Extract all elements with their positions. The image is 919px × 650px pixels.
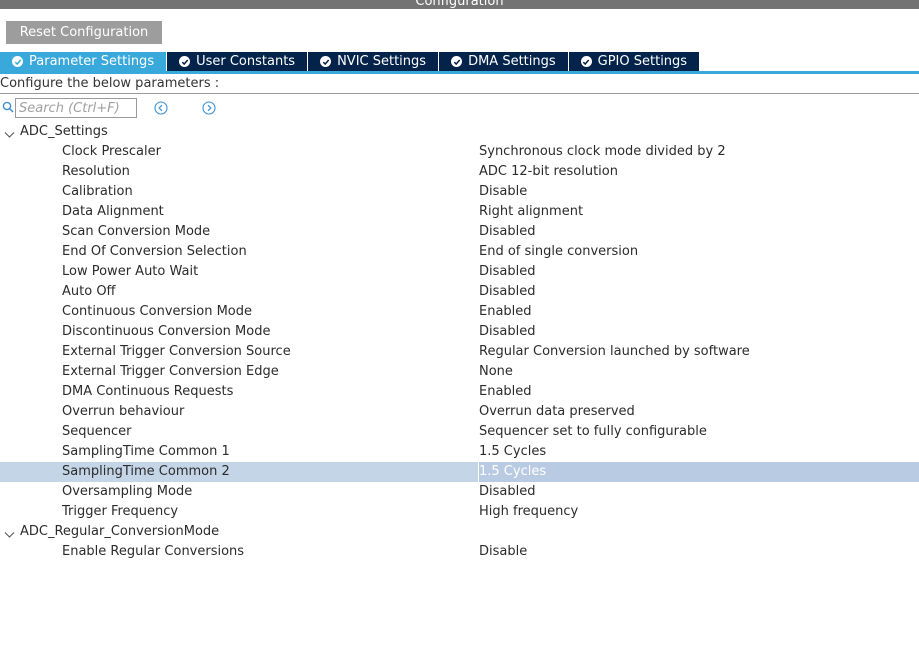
parameter-name: Overrun behaviour: [62, 404, 185, 419]
parameter-name: External Trigger Conversion Source: [62, 344, 291, 359]
tab-label: DMA Settings: [468, 54, 556, 69]
parameter-row[interactable]: Oversampling Mode Disabled: [0, 482, 919, 502]
parameter-name: Sequencer: [62, 424, 132, 439]
parameter-value[interactable]: Disabled: [479, 482, 535, 502]
parameter-name: Trigger Frequency: [62, 504, 179, 519]
check-circle-icon: [320, 56, 332, 67]
parameter-value[interactable]: 1.5 Cycles: [479, 442, 546, 462]
parameter-value[interactable]: Enabled: [479, 382, 532, 402]
parameter-name: SamplingTime Common 1: [62, 444, 230, 459]
check-circle-icon: [451, 56, 463, 67]
parameter-value[interactable]: Disable: [479, 182, 527, 202]
search-input[interactable]: [15, 98, 137, 118]
parameter-value[interactable]: None: [479, 362, 513, 382]
tree-group-adc-regular-conversionmode[interactable]: ADC_Regular_ConversionMode: [0, 522, 919, 542]
parameter-value[interactable]: Synchronous clock mode divided by 2: [479, 142, 726, 162]
parameter-row[interactable]: Discontinuous Conversion Mode Disabled: [0, 322, 919, 342]
search-icon: [2, 101, 14, 117]
parameter-value[interactable]: Disable: [479, 542, 527, 562]
parameter-row[interactable]: Overrun behaviour Overrun data preserved: [0, 402, 919, 422]
parameter-value[interactable]: Disabled: [479, 322, 535, 342]
parameter-row[interactable]: End Of Conversion Selection End of single…: [0, 242, 919, 262]
parameter-row[interactable]: Resolution ADC 12-bit resolution: [0, 162, 919, 182]
group-label: ADC_Regular_ConversionMode: [20, 524, 220, 539]
divider: [0, 93, 919, 94]
parameter-name: Auto Off: [62, 284, 116, 299]
parameter-row[interactable]: External Trigger Conversion Edge None: [0, 362, 919, 382]
tab-parameter-settings[interactable]: Parameter Settings: [0, 52, 168, 71]
tab-user-constants[interactable]: User Constants: [167, 52, 309, 71]
arrow-right-circle-icon[interactable]: [202, 101, 216, 115]
parameter-name: Clock Prescaler: [62, 144, 161, 159]
parameter-value[interactable]: ADC 12-bit resolution: [479, 162, 618, 182]
parameter-row[interactable]: Trigger Frequency High frequency: [0, 502, 919, 522]
tab-nvic-settings[interactable]: NVIC Settings: [308, 52, 440, 71]
tab-label: User Constants: [196, 54, 296, 69]
tree-group-adc-settings[interactable]: ADC_Settings: [0, 122, 919, 142]
parameter-value[interactable]: Regular Conversion launched by software: [479, 342, 750, 362]
parameter-name: Data Alignment: [62, 204, 164, 219]
parameter-name: Oversampling Mode: [62, 484, 193, 499]
parameter-name: Scan Conversion Mode: [62, 224, 211, 239]
parameter-name: Enable Regular Conversions: [62, 544, 245, 559]
parameter-value[interactable]: Overrun data preserved: [479, 402, 635, 422]
parameter-value[interactable]: Right alignment: [479, 202, 583, 222]
tab-dma-settings[interactable]: DMA Settings: [439, 52, 569, 71]
parameter-value[interactable]: Sequencer set to fully configurable: [479, 422, 707, 442]
parameter-row[interactable]: SamplingTime Common 2 1.5 Cycles: [0, 462, 919, 482]
arrow-left-circle-icon[interactable]: [154, 101, 168, 115]
parameter-value[interactable]: 1.5 Cycles: [479, 462, 546, 482]
tab-underline: [0, 71, 919, 74]
parameter-name: Resolution: [62, 164, 130, 179]
parameter-name: External Trigger Conversion Edge: [62, 364, 279, 379]
check-circle-icon: [179, 56, 191, 67]
parameter-row[interactable]: External Trigger Conversion Source Regula…: [0, 342, 919, 362]
parameter-row[interactable]: Continuous Conversion Mode Enabled: [0, 302, 919, 322]
parameter-name: DMA Continuous Requests: [62, 384, 234, 399]
tab-bar: Parameter Settings User Constants NVIC Set…: [0, 52, 701, 71]
parameter-row[interactable]: Low Power Auto Wait Disabled: [0, 262, 919, 282]
parameter-row[interactable]: Clock Prescaler Synchronous clock mode di…: [0, 142, 919, 162]
parameter-row[interactable]: DMA Continuous Requests Enabled: [0, 382, 919, 402]
parameter-row[interactable]: Calibration Disable: [0, 182, 919, 202]
parameter-name: Calibration: [62, 184, 133, 199]
tab-gpio-settings[interactable]: GPIO Settings: [568, 52, 701, 71]
parameter-row[interactable]: Enable Regular Conversions Disable: [0, 542, 919, 562]
parameter-name: Discontinuous Conversion Mode: [62, 324, 271, 339]
parameter-row[interactable]: Auto Off Disabled: [0, 282, 919, 302]
parameter-name: Low Power Auto Wait: [62, 264, 199, 279]
window-titlebar: Configuration: [0, 0, 919, 9]
group-label: ADC_Settings: [20, 124, 108, 139]
parameter-value[interactable]: Disabled: [479, 282, 535, 302]
configure-label: Configure the below parameters :: [0, 76, 220, 91]
tab-label: NVIC Settings: [337, 54, 427, 69]
reset-configuration-button[interactable]: Reset Configuration: [6, 21, 162, 44]
parameter-value[interactable]: End of single conversion: [479, 242, 638, 262]
parameter-value[interactable]: Disabled: [479, 222, 535, 242]
parameter-value[interactable]: High frequency: [479, 502, 578, 522]
parameter-name: Continuous Conversion Mode: [62, 304, 252, 319]
window-title: Configuration: [415, 0, 504, 9]
check-circle-icon: [580, 56, 592, 67]
tab-label: GPIO Settings: [597, 54, 688, 69]
tab-label: Parameter Settings: [29, 54, 155, 69]
parameter-row[interactable]: Sequencer Sequencer set to fully configur…: [0, 422, 919, 442]
parameter-name: SamplingTime Common 2: [62, 464, 230, 479]
parameter-row[interactable]: Scan Conversion Mode Disabled: [0, 222, 919, 242]
parameter-name: End Of Conversion Selection: [62, 244, 247, 259]
parameter-value[interactable]: Disabled: [479, 262, 535, 282]
check-circle-icon: [12, 56, 23, 67]
parameter-value[interactable]: Enabled: [479, 302, 532, 322]
parameter-tree: ADC_Settings Clock Prescaler Synchronous c…: [0, 122, 919, 562]
parameter-row[interactable]: Data Alignment Right alignment: [0, 202, 919, 222]
parameter-row[interactable]: SamplingTime Common 1 1.5 Cycles: [0, 442, 919, 462]
